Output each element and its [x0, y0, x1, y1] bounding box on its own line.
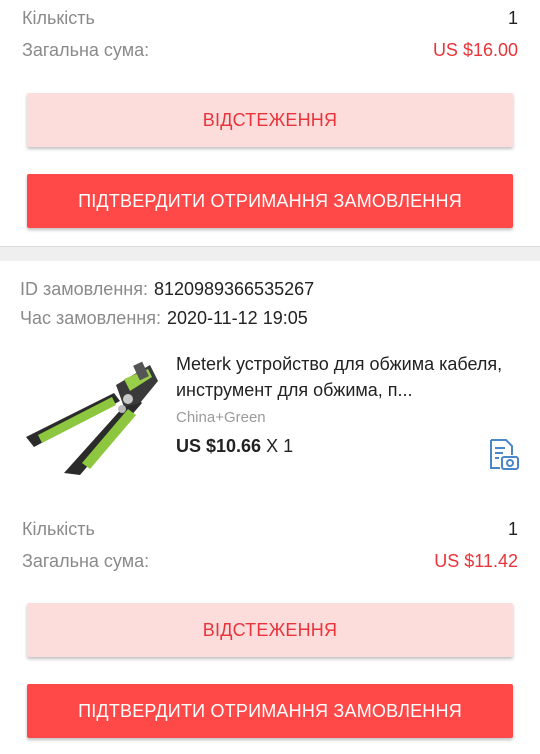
- confirm-receipt-button[interactable]: ПІДТВЕРДИТИ ОТРИМАННЯ ЗАМОВЛЕННЯ: [27, 684, 513, 738]
- quantity-row: Кількість 1: [0, 515, 540, 543]
- order-time-row: Час замовлення: 2020-11-12 19:05: [0, 304, 540, 333]
- product-price-row: US $10.66 X 1: [176, 436, 520, 457]
- card-separator: [0, 246, 540, 261]
- quantity-label: Кількість: [22, 518, 95, 539]
- product-title[interactable]: Meterk устройство для обжима кабеля, инс…: [176, 351, 520, 403]
- order-id-value: 8120989366535267: [153, 279, 315, 299]
- confirm-receipt-button[interactable]: ПІДТВЕРДИТИ ОТРИМАННЯ ЗАМОВЛЕННЯ: [27, 174, 513, 228]
- wire-stripper-image: [24, 351, 160, 485]
- order-card-2: ID замовлення: 8120989366535267 Час замо…: [0, 261, 540, 738]
- total-label: Загальна сума:: [22, 550, 150, 571]
- product-info: Meterk устройство для обжима кабеля, инс…: [176, 351, 520, 485]
- quantity-label: Кількість: [22, 7, 95, 28]
- order-card-1: Кількість 1 Загальна сума: US $16.00 ВІД…: [0, 0, 540, 246]
- photo-review-icon[interactable]: [486, 437, 520, 471]
- track-button[interactable]: ВІДСТЕЖЕННЯ: [27, 603, 513, 657]
- product-thumbnail[interactable]: [24, 351, 160, 485]
- order-time-value: 2020-11-12 19:05: [166, 308, 308, 328]
- order-id-row: ID замовлення: 8120989366535267: [0, 275, 540, 304]
- track-button[interactable]: ВІДСТЕЖЕННЯ: [27, 93, 513, 147]
- quantity-value: 1: [507, 518, 518, 539]
- product-price: US $10.66: [176, 436, 262, 456]
- quantity-value: 1: [507, 7, 518, 28]
- order-id-label: ID замовлення:: [20, 279, 148, 299]
- total-value: US $11.42: [434, 550, 518, 571]
- total-value: US $16.00: [432, 39, 518, 60]
- product-qty: X 1: [266, 436, 294, 456]
- quantity-row: Кількість 1: [0, 0, 540, 36]
- product-item[interactable]: Meterk устройство для обжима кабеля, инс…: [0, 351, 540, 485]
- total-row: Загальна сума: US $16.00: [0, 36, 540, 64]
- product-variant: China+Green: [176, 409, 266, 426]
- total-label: Загальна сума:: [22, 39, 150, 60]
- order-time-label: Час замовлення:: [20, 308, 161, 328]
- total-row: Загальна сума: US $11.42: [0, 543, 540, 579]
